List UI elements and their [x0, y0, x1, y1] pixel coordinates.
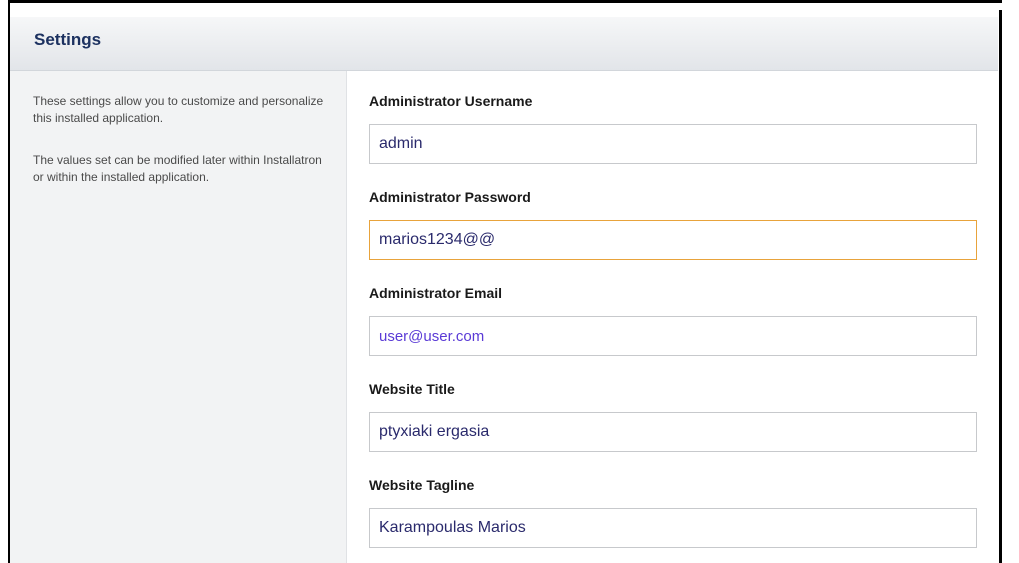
settings-form: Administrator Username Administrator Pas…: [347, 71, 998, 563]
settings-header: Settings: [10, 17, 998, 71]
admin-email-label: Administrator Email: [369, 285, 503, 301]
website-tagline-input[interactable]: [369, 508, 977, 548]
admin-password-label: Administrator Password: [369, 189, 531, 205]
admin-email-input[interactable]: [369, 316, 977, 356]
settings-window: Settings These settings allow you to cus…: [0, 0, 1019, 563]
website-title-input[interactable]: [369, 412, 977, 452]
website-tagline-label: Website Tagline: [369, 477, 475, 493]
settings-title: Settings: [34, 30, 102, 49]
window-border-right: [999, 10, 1002, 563]
admin-username-input[interactable]: [369, 124, 977, 164]
admin-password-input[interactable]: [369, 220, 977, 260]
settings-description-sidebar: These settings allow you to customize an…: [10, 71, 347, 563]
description-text-2: The values set can be modified later wit…: [33, 153, 322, 184]
description-text-1: These settings allow you to customize an…: [33, 94, 324, 125]
admin-username-label: Administrator Username: [369, 93, 533, 109]
website-title-label: Website Title: [369, 381, 455, 397]
settings-panel: Settings These settings allow you to cus…: [10, 3, 998, 563]
